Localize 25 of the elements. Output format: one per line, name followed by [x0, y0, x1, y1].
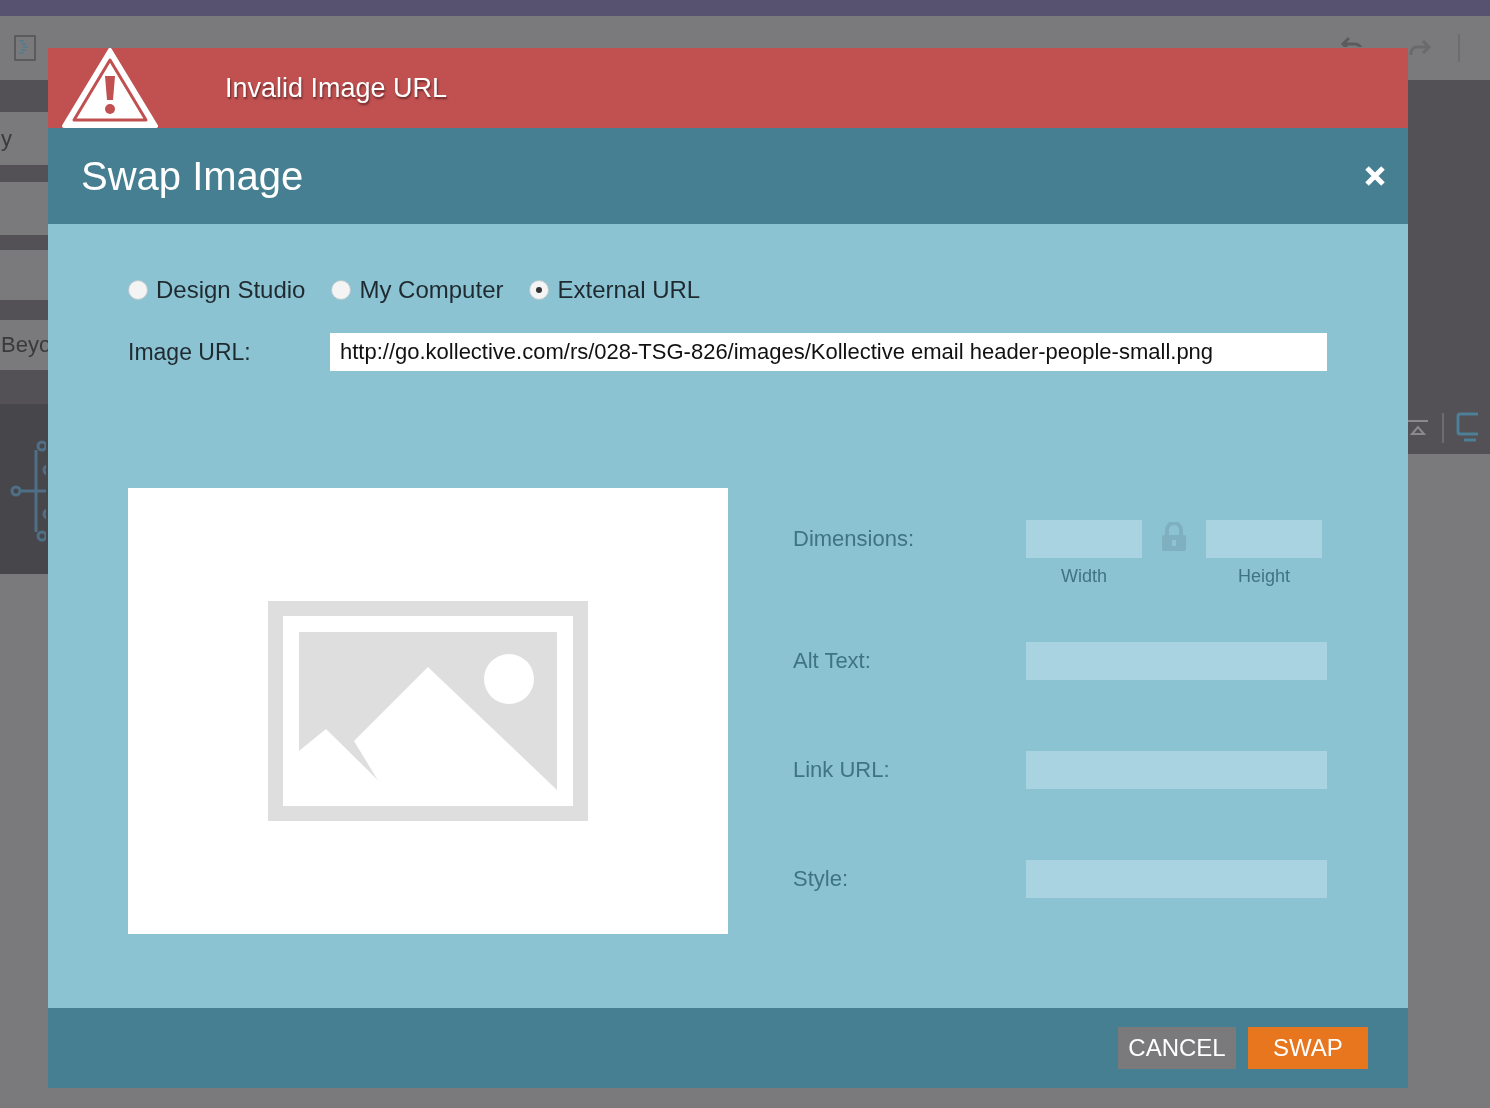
field-caption: Width: [1061, 566, 1107, 587]
input-field[interactable]: [1026, 860, 1327, 898]
field-label: Alt Text:: [793, 647, 872, 675]
source-radio[interactable]: Design Studio: [128, 276, 306, 304]
width-field[interactable]: [1026, 520, 1142, 558]
cancel-button[interactable]: CANCEL: [1118, 1027, 1236, 1069]
field-label: Image URL:: [128, 338, 252, 366]
undo-icon[interactable]: [1340, 36, 1364, 47]
field-label: Style:: [793, 865, 850, 893]
input-field[interactable]: [1026, 751, 1327, 789]
alert-message: Invalid Image URL: [225, 72, 448, 104]
redo-icon[interactable]: [1408, 39, 1432, 57]
field-caption: Height: [1238, 566, 1290, 587]
close-icon[interactable]: [1364, 165, 1386, 187]
collapse-icon[interactable]: [1406, 419, 1430, 437]
field-label: Link URL:: [793, 756, 891, 784]
dialog-title: Swap Image: [81, 153, 304, 199]
field-label: Dimensions:: [793, 525, 916, 553]
source-radio[interactable]: External URL: [529, 276, 701, 304]
source-radio[interactable]: My Computer: [331, 276, 504, 304]
height-field[interactable]: [1206, 520, 1322, 558]
code-file-icon[interactable]: [14, 35, 36, 61]
image-url-field[interactable]: http://go.kollective.com/rs/028-TSG-826/images/Kollective email header-people-small.png: [330, 333, 1327, 371]
input-field[interactable]: [1026, 642, 1327, 680]
image-placeholder-icon: [268, 601, 588, 821]
